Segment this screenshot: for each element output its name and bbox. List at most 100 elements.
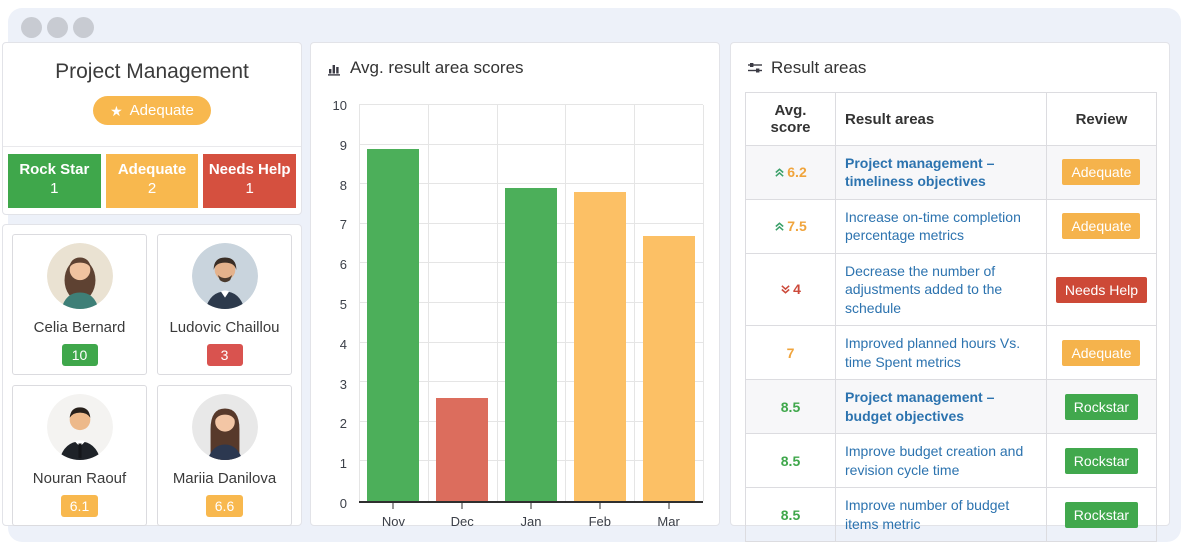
row-score: 7 (745, 325, 836, 381)
x-axis-label: Jan (520, 514, 542, 529)
y-axis-label: 3 (339, 376, 347, 392)
member-name: Celia Bernard (33, 319, 126, 336)
row-score: 6.2 (745, 145, 836, 200)
member-score-badge: 10 (61, 344, 98, 366)
bar-nov (367, 148, 420, 501)
team-header: Project Management ★ Adequate (3, 43, 301, 147)
row-score: 8.5 (745, 487, 836, 543)
chart-plot (359, 104, 704, 509)
table-row: 8.5 Improve budget creation and revision… (745, 433, 1158, 489)
review-cell: Adequate (1045, 145, 1158, 200)
double-chevron-up-icon (774, 165, 785, 181)
result-area-cell: Improve number of budget items metric (835, 487, 1047, 543)
stat-label: Rock Star (19, 161, 90, 178)
review-badge: Needs Help (1055, 276, 1147, 303)
review-cell: Rockstar (1045, 433, 1158, 489)
table-row: 4 Decrease the number of adjustments add… (745, 252, 1158, 327)
table-row: 7 Improved planned hours Vs. time Spent … (745, 325, 1158, 381)
bar-chart: 0 1 2 3 4 5 6 7 8 9 10 Nov Dec Jan Feb Mar (327, 98, 704, 529)
window-controls (21, 17, 94, 38)
y-axis-label: 0 (339, 496, 347, 511)
window-dot-icon[interactable] (21, 17, 42, 38)
member-score-badge: 3 (206, 344, 243, 366)
result-area-cell: Project management – budget objectives (835, 379, 1047, 435)
window-dot-icon[interactable] (73, 17, 94, 38)
result-area-link[interactable]: Improved planned hours Vs. time Spent me… (845, 335, 1020, 369)
bar-jan (505, 188, 557, 501)
results-header: Result areas (731, 43, 1169, 84)
result-area-link[interactable]: Improve budget creation and revision cyc… (845, 443, 1023, 477)
row-score: 8.5 (745, 433, 836, 489)
review-cell: Needs Help (1045, 252, 1158, 327)
result-area-link[interactable]: Project management – budget objectives (845, 389, 994, 423)
result-area-link[interactable]: Decrease the number of adjustments added… (845, 263, 1002, 316)
table-row: 6.2 Project management – timeliness obje… (745, 145, 1158, 200)
bar-feb (573, 192, 626, 501)
y-axis-label: 7 (339, 217, 347, 233)
member-card: Nouran Raouf 6.1 (12, 385, 147, 526)
row-score: 4 (745, 252, 836, 327)
member-score-badge: 6.6 (205, 495, 244, 517)
y-axis-label: 5 (339, 297, 347, 312)
stat-card-rockstar: Rock Star 1 (8, 154, 101, 208)
avg-scores-chart-panel: Avg. result area scores 0 1 2 3 4 5 6 7 8 9 10 Nov… (310, 42, 720, 529)
review-badge: Rockstar (1064, 501, 1139, 528)
avatar (191, 394, 258, 460)
row-score: 8.5 (745, 379, 836, 435)
member-card: Celia Bernard 10 (12, 234, 147, 375)
member-card: Mariia Danilova 6.6 (157, 385, 292, 526)
member-name: Mariia Danilova (172, 470, 277, 487)
review-cell: Rockstar (1045, 487, 1158, 543)
avatar (46, 243, 113, 309)
star-icon: ★ (110, 102, 123, 119)
x-axis-label: Nov (381, 514, 405, 529)
chart-x-axis: Nov Dec Jan Feb Mar (359, 503, 703, 533)
stat-label: Adequate (117, 161, 187, 178)
stat-label: Needs Help (208, 161, 291, 178)
chart-title: Avg. result area scores (350, 58, 524, 77)
column-header-result-areas: Result areas (835, 92, 1047, 146)
member-name: Nouran Raouf (32, 470, 127, 487)
y-axis-label: 8 (339, 177, 347, 193)
table-row: 7.5 Increase on-time completion percenta… (745, 198, 1158, 254)
x-axis-label: Mar (657, 514, 680, 529)
y-axis-label: 6 (339, 257, 347, 273)
window-dot-icon[interactable] (47, 17, 68, 38)
result-area-cell: Decrease the number of adjustments added… (835, 252, 1047, 327)
bar-chart-icon (328, 64, 340, 76)
result-area-cell: Improve budget creation and revision cyc… (835, 433, 1047, 489)
result-area-cell: Increase on-time completion percentage m… (835, 198, 1047, 254)
review-badge: Adequate (1062, 159, 1141, 186)
team-title: Project Management (55, 60, 249, 83)
result-area-cell: Improved planned hours Vs. time Spent me… (835, 325, 1047, 381)
y-axis-label: 2 (339, 416, 347, 432)
review-badge: Rockstar (1064, 447, 1139, 474)
column-header-avg-score: Avg. score (745, 92, 836, 146)
bar-mar (642, 235, 695, 501)
team-members-panel: Celia Bernard 10 Ludovic Chaillou 3 Nour… (2, 224, 302, 526)
stat-count: 1 (50, 180, 59, 197)
result-area-link[interactable]: Project management – timeliness objectiv… (845, 155, 994, 189)
stat-card-adequate: Adequate 2 (105, 154, 199, 208)
stat-count: 1 (245, 180, 254, 197)
table-header-row: Avg. score Result areas Review (745, 92, 1158, 146)
y-axis-label: 9 (339, 137, 347, 153)
stat-count: 2 (147, 180, 157, 197)
review-cell: Adequate (1045, 198, 1158, 254)
column-header-review: Review (1045, 92, 1158, 146)
y-axis-label: 1 (339, 456, 347, 472)
result-area-cell: Project management – timeliness objectiv… (835, 145, 1047, 200)
bar-dec (436, 398, 489, 501)
team-summary-panel: Project Management ★ Adequate Rock Star … (2, 42, 302, 215)
member-card: Ludovic Chaillou 3 (157, 234, 292, 375)
row-score: 7.5 (745, 198, 836, 254)
result-area-link[interactable]: Improve number of budget items metric (845, 497, 1009, 531)
chart-header: Avg. result area scores (311, 43, 719, 84)
avatar (191, 243, 258, 309)
results-title: Result areas (771, 58, 867, 77)
table-row: 8.5 Project management – budget objectiv… (745, 379, 1158, 435)
result-area-link[interactable]: Increase on-time completion percentage m… (845, 209, 1021, 243)
member-score-badge: 6.1 (60, 495, 99, 517)
review-badge: Adequate (1062, 213, 1141, 240)
review-cell: Adequate (1045, 325, 1158, 381)
